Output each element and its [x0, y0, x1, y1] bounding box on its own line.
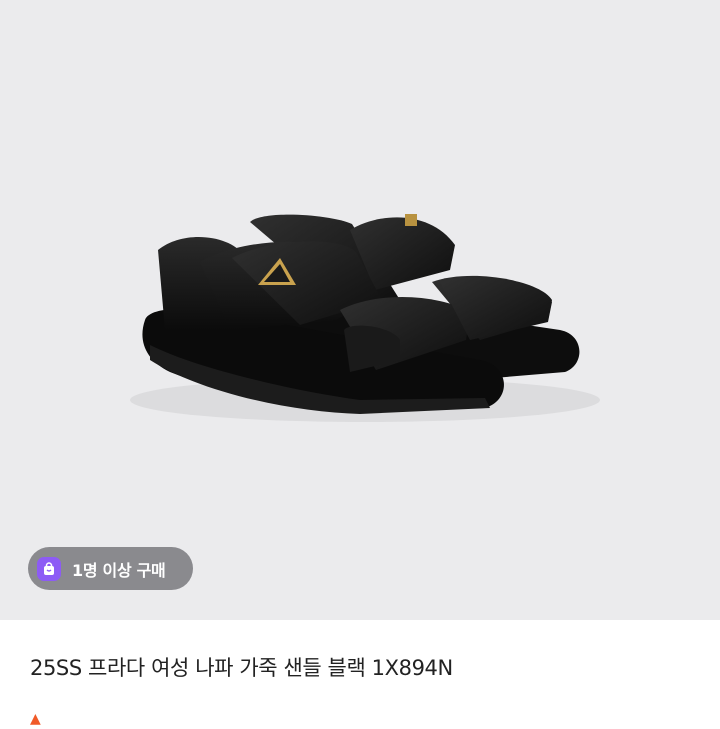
- product-image[interactable]: 1명 이상 구매: [0, 0, 720, 620]
- fire-icon: ▲: [30, 711, 41, 727]
- sandals-illustration: [130, 214, 600, 422]
- shopping-bag-icon: [37, 556, 61, 581]
- product-title: 25SS 프라다 여성 나파 가죽 샌들 블랙 1X894N: [30, 656, 453, 680]
- purchase-count-badge: 1명 이상 구매: [28, 547, 193, 590]
- purchase-count-label: 1명 이상 구매: [72, 560, 166, 580]
- product-meta-row: ▲: [30, 709, 49, 729]
